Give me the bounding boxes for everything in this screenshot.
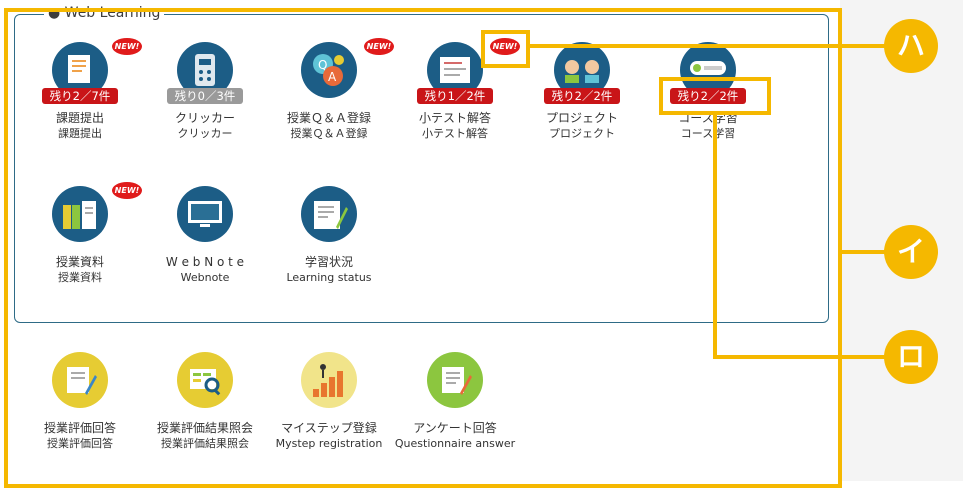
marker-ro: ロ <box>884 330 938 384</box>
connector-ro-vertical <box>713 113 717 358</box>
marker-ha: ハ <box>884 19 938 73</box>
highlight-box-badge <box>659 77 771 115</box>
connector-ro-horizontal <box>713 355 887 359</box>
connector-i <box>842 250 887 254</box>
marker-i: イ <box>884 225 938 279</box>
highlight-box-new <box>481 30 530 68</box>
connector-ha <box>530 44 885 48</box>
